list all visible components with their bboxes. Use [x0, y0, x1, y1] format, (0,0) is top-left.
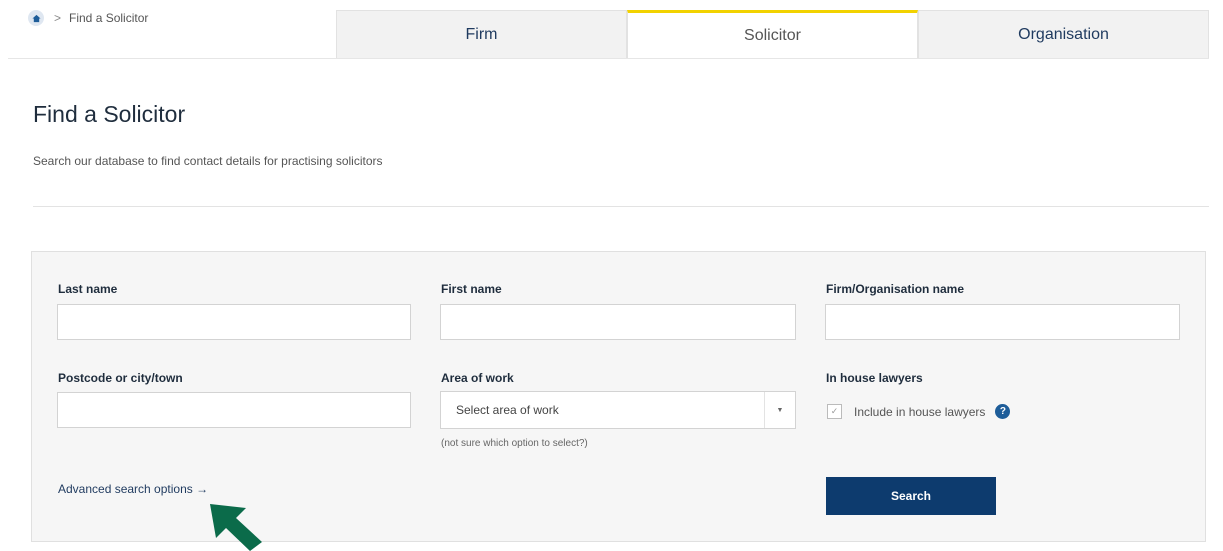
last-name-input[interactable]	[57, 304, 411, 340]
page-title: Find a Solicitor	[33, 101, 186, 127]
section-divider	[33, 206, 1209, 207]
first-name-input[interactable]	[440, 304, 796, 340]
in-house-label: In house lawyers	[826, 371, 923, 385]
area-of-work-help-link[interactable]: (not sure which option to select?)	[441, 438, 588, 449]
first-name-label: First name	[441, 282, 502, 296]
chevron-down-icon: ▼	[764, 392, 795, 428]
include-in-house-checkbox[interactable]: ✓	[827, 404, 842, 419]
tab-organisation[interactable]: Organisation	[918, 10, 1209, 58]
breadcrumb: > Find a Solicitor	[28, 10, 148, 26]
firm-name-input[interactable]	[825, 304, 1180, 340]
search-type-tabs: Firm Solicitor Organisation	[336, 10, 1209, 58]
postcode-input[interactable]	[57, 392, 411, 428]
area-of-work-label: Area of work	[441, 371, 514, 385]
checkmark-icon: ✓	[830, 406, 839, 416]
include-in-house-option: ✓ Include in house lawyers ?	[827, 404, 1011, 419]
home-icon[interactable]	[28, 10, 44, 26]
search-panel: Last name First name Firm/Organisation n…	[31, 251, 1206, 542]
area-of-work-selected: Select area of work	[456, 403, 559, 417]
page-subtitle: Search our database to find contact deta…	[33, 154, 383, 168]
breadcrumb-current: Find a Solicitor	[69, 11, 149, 25]
tab-solicitor[interactable]: Solicitor	[627, 10, 918, 58]
search-button[interactable]: Search	[826, 477, 996, 515]
last-name-label: Last name	[58, 282, 118, 296]
include-in-house-label: Include in house lawyers	[854, 404, 986, 419]
area-of-work-select[interactable]: Select area of work ▼	[440, 391, 796, 429]
tab-divider	[8, 58, 1209, 59]
advanced-search-link[interactable]: Advanced search options →	[58, 482, 208, 496]
help-icon[interactable]: ?	[995, 404, 1011, 419]
pointer-arrow-icon	[210, 504, 262, 551]
chevron-right-icon: >	[54, 11, 62, 25]
firm-name-label: Firm/Organisation name	[826, 282, 965, 296]
tab-firm[interactable]: Firm	[336, 10, 627, 58]
postcode-label: Postcode or city/town	[58, 371, 183, 385]
